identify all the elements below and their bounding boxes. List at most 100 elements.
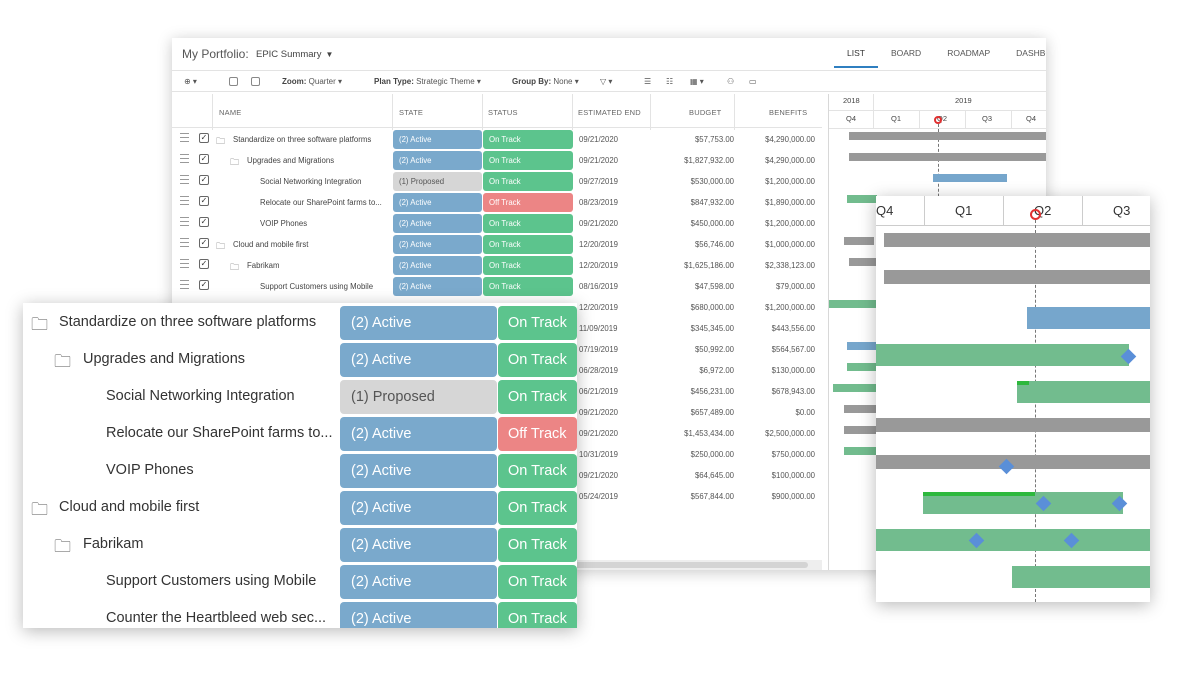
- gantt-bar[interactable]: [849, 258, 879, 266]
- tab-board[interactable]: BOARD: [878, 38, 934, 68]
- state-badge[interactable]: (2) Active: [340, 491, 497, 525]
- status-badge[interactable]: On Track: [498, 306, 577, 340]
- filter-icon[interactable]: ▽ ▾: [600, 77, 612, 86]
- gantt-bar[interactable]: [833, 384, 877, 392]
- list-item[interactable]: 🗀 Upgrades and Migrations (2) Active On …: [23, 341, 577, 378]
- status-badge[interactable]: On Track: [483, 277, 573, 296]
- state-badge[interactable]: (2) Active: [393, 130, 482, 149]
- list-item[interactable]: Social Networking Integration (1) Propos…: [23, 378, 577, 415]
- group-by-select[interactable]: Group By: None ▾: [512, 77, 579, 86]
- gantt-bar[interactable]: [884, 270, 1150, 284]
- gantt-bar[interactable]: [829, 300, 879, 308]
- status-badge[interactable]: On Track: [498, 528, 577, 562]
- drag-handle-icon[interactable]: [180, 196, 189, 205]
- state-badge[interactable]: (2) Active: [393, 193, 482, 212]
- gantt-bar[interactable]: [847, 363, 877, 371]
- checkbox[interactable]: ✓: [199, 175, 209, 185]
- checkbox[interactable]: ✓: [199, 238, 209, 248]
- list-view-icon[interactable]: ☰: [644, 77, 651, 86]
- drag-handle-icon[interactable]: [180, 238, 189, 247]
- col-budget[interactable]: BUDGET: [689, 108, 721, 117]
- state-badge[interactable]: (2) Active: [340, 602, 497, 628]
- table-row[interactable]: ✓ VOIP Phones (2) Active On Track 09/21/…: [172, 213, 822, 234]
- list-item[interactable]: Counter the Heartbleed web sec... (2) Ac…: [23, 600, 577, 628]
- col-estimated-end[interactable]: ESTIMATED END: [578, 108, 641, 117]
- list-item[interactable]: 🗀 Cloud and mobile first (2) Active On T…: [23, 489, 577, 526]
- table-row[interactable]: ✓ 🗀 Standardize on three software platfo…: [172, 129, 822, 150]
- columns-icon[interactable]: ▦ ▾: [690, 77, 704, 86]
- state-badge[interactable]: (2) Active: [340, 454, 497, 488]
- state-badge[interactable]: (2) Active: [393, 151, 482, 170]
- gantt-bar[interactable]: [1017, 381, 1150, 403]
- status-badge[interactable]: On Track: [483, 130, 573, 149]
- drag-handle-icon[interactable]: [180, 217, 189, 226]
- status-badge[interactable]: On Track: [483, 235, 573, 254]
- gantt-bar[interactable]: [876, 418, 1150, 432]
- col-name[interactable]: NAME: [219, 108, 241, 117]
- state-badge[interactable]: (2) Active: [340, 417, 497, 451]
- drag-handle-icon[interactable]: [180, 259, 189, 268]
- status-badge[interactable]: Off Track: [483, 193, 573, 212]
- tab-list[interactable]: LIST: [834, 38, 878, 68]
- list-item[interactable]: VOIP Phones (2) Active On Track: [23, 452, 577, 489]
- add-icon[interactable]: ⊕ ▾: [184, 77, 197, 86]
- status-badge[interactable]: Off Track: [498, 417, 577, 451]
- status-badge[interactable]: On Track: [498, 454, 577, 488]
- gantt-bar[interactable]: [847, 342, 877, 350]
- status-badge[interactable]: On Track: [498, 565, 577, 599]
- status-badge[interactable]: On Track: [483, 172, 573, 191]
- state-badge[interactable]: (2) Active: [340, 528, 497, 562]
- gantt-bar[interactable]: [849, 153, 1046, 161]
- checkbox[interactable]: ✓: [199, 217, 209, 227]
- gantt-bar[interactable]: [876, 529, 1150, 551]
- state-badge[interactable]: (2) Active: [393, 256, 482, 275]
- checkbox[interactable]: ✓: [199, 133, 209, 143]
- expand-icon[interactable]: [229, 77, 238, 87]
- drag-handle-icon[interactable]: [180, 154, 189, 163]
- checkbox[interactable]: ✓: [199, 196, 209, 206]
- status-badge[interactable]: On Track: [498, 491, 577, 525]
- tab-roadmap[interactable]: ROADMAP: [934, 38, 1003, 68]
- state-badge[interactable]: (2) Active: [340, 306, 497, 340]
- gantt-bar[interactable]: [844, 426, 877, 434]
- table-row[interactable]: ✓ Social Networking Integration (1) Prop…: [172, 171, 822, 192]
- gantt-bar[interactable]: [876, 344, 1129, 366]
- export-icon[interactable]: ▭: [749, 77, 757, 86]
- state-badge[interactable]: (2) Active: [340, 343, 497, 377]
- checkbox[interactable]: ✓: [199, 154, 209, 164]
- status-badge[interactable]: On Track: [498, 343, 577, 377]
- state-badge[interactable]: (2) Active: [393, 214, 482, 233]
- view-selector[interactable]: EPIC Summary ▼: [256, 49, 333, 60]
- drag-handle-icon[interactable]: [180, 133, 189, 142]
- status-badge[interactable]: On Track: [483, 256, 573, 275]
- status-badge[interactable]: On Track: [498, 602, 577, 628]
- gantt-bar[interactable]: [933, 174, 1007, 182]
- status-badge[interactable]: On Track: [483, 151, 573, 170]
- status-badge[interactable]: On Track: [498, 380, 577, 414]
- state-badge[interactable]: (2) Active: [340, 565, 497, 599]
- gantt-bar[interactable]: [847, 195, 877, 203]
- list-item[interactable]: Relocate our SharePoint farms to... (2) …: [23, 415, 577, 452]
- gantt-bar[interactable]: [844, 237, 874, 245]
- list-item[interactable]: Support Customers using Mobile (2) Activ…: [23, 563, 577, 600]
- state-badge[interactable]: (1) Proposed: [393, 172, 482, 191]
- gantt-bar[interactable]: [844, 405, 877, 413]
- col-state[interactable]: STATE: [399, 108, 423, 117]
- tab-dashboard[interactable]: DASHBO: [1003, 38, 1046, 68]
- col-status[interactable]: STATUS: [488, 108, 518, 117]
- status-badge[interactable]: On Track: [483, 214, 573, 233]
- table-row[interactable]: ✓ 🗀 Fabrikam (2) Active On Track 12/20/2…: [172, 255, 822, 276]
- gantt-bar[interactable]: [1027, 307, 1150, 329]
- gantt-bar[interactable]: [884, 233, 1150, 247]
- zoom-select[interactable]: Zoom: Quarter ▾: [282, 77, 342, 86]
- table-row[interactable]: ✓ 🗀 Upgrades and Migrations (2) Active O…: [172, 150, 822, 171]
- drag-handle-icon[interactable]: [180, 280, 189, 289]
- gantt-bar[interactable]: [844, 447, 877, 455]
- detail-view-icon[interactable]: ☷: [666, 77, 673, 86]
- checkbox[interactable]: ✓: [199, 259, 209, 269]
- checkbox[interactable]: ✓: [199, 280, 209, 290]
- collapse-icon[interactable]: [251, 77, 260, 87]
- list-item[interactable]: 🗀 Fabrikam (2) Active On Track: [23, 526, 577, 563]
- drag-handle-icon[interactable]: [180, 175, 189, 184]
- table-row[interactable]: ✓ Relocate our SharePoint farms to... (2…: [172, 192, 822, 213]
